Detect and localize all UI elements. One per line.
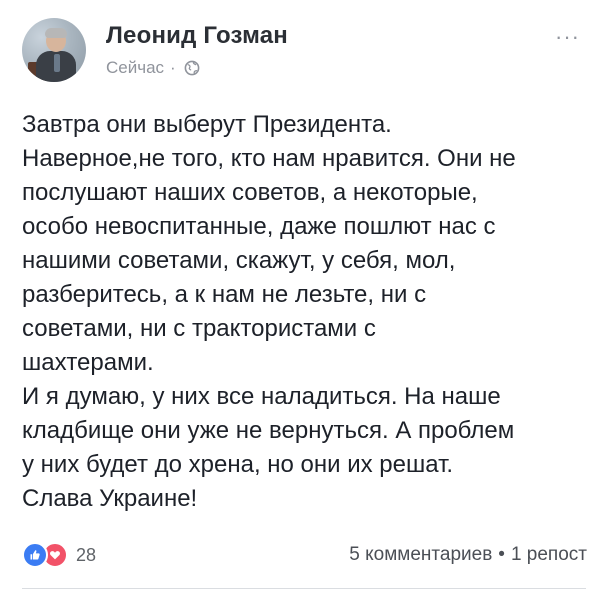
post-header: Леонид Гозман Сейчас · ··· (22, 18, 582, 84)
footer-divider (22, 588, 586, 589)
author-name[interactable]: Леонид Гозман (106, 22, 288, 50)
like-icon (22, 542, 48, 568)
post-timestamp[interactable]: Сейчас (106, 58, 164, 78)
post-text-line: советами, ни с трактористами с (22, 315, 376, 342)
reactions-count: 28 (76, 544, 97, 565)
globe-icon[interactable] (184, 60, 200, 76)
post-meta: Сейчас · (106, 58, 200, 78)
post-text-line: у них будет до хрена, но они их решат. (22, 451, 454, 478)
post-text-line: Слава Украине! (22, 485, 198, 512)
post-text-line: И я думаю, у них все наладиться. На наше (22, 383, 501, 410)
post-stats: 5 комментариев • 1 репост (349, 544, 587, 566)
post-text-line: кладбище они уже не вернуться. А проблем (22, 417, 515, 444)
post-text-line: разберитесь, а к нам не лезьте, ни с (22, 281, 427, 308)
post-text: Завтра они выберут Президента. Наверное,н… (22, 108, 587, 516)
post-text-line: нашими советами, скажут, у себя, мол, (22, 247, 456, 274)
post-text-line: шахтерами. (22, 349, 154, 376)
post-text-line: Завтра они выберут Президента. (22, 111, 392, 138)
post-footer: 28 5 комментариев • 1 репост (22, 538, 587, 572)
post-text-line: Наверное,не того, кто нам нравится. Они … (22, 145, 516, 172)
stats-separator: • (498, 544, 505, 565)
post-text-line: особо невоспитанные, даже пошлют нас с (22, 213, 496, 240)
comments-link[interactable]: 5 комментариев (349, 544, 492, 565)
post-text-line: послушают наших советов, а некоторые, (22, 179, 478, 206)
meta-separator: · (170, 58, 176, 77)
ellipsis-icon[interactable]: ··· (555, 24, 580, 50)
author-avatar[interactable] (22, 18, 86, 82)
facebook-post: Леонид Гозман Сейчас · ··· Завтра они вы… (0, 0, 604, 594)
shares-link[interactable]: 1 репост (511, 544, 587, 565)
reactions-summary[interactable]: 28 (22, 542, 96, 568)
